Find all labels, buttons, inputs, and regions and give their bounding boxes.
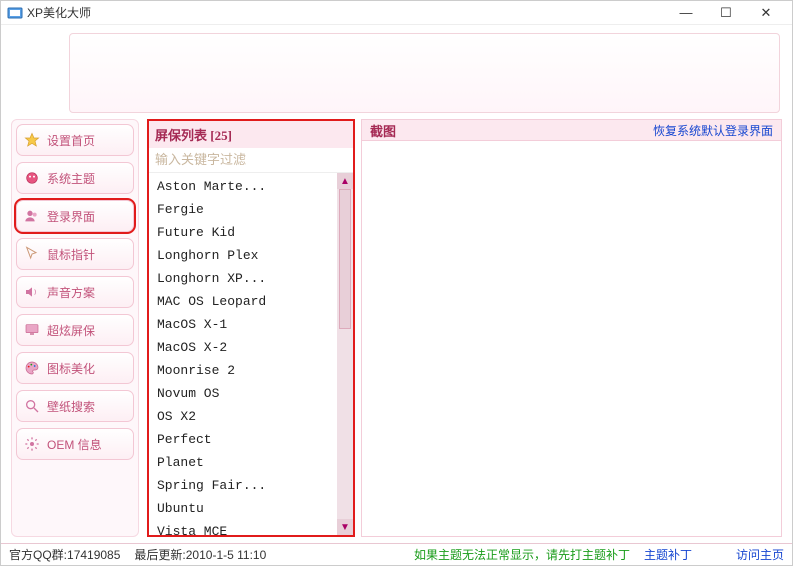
scrollbar[interactable]: ▲ ▼	[337, 173, 353, 535]
homepage-link[interactable]: 访问主页	[736, 546, 784, 563]
sidebar-item-label: 图标美化	[47, 360, 95, 377]
preview-panel: 截图 恢复系统默认登录界面	[361, 119, 782, 537]
qq-group: 官方QQ群:17419085	[9, 546, 120, 563]
list-item[interactable]: Novum OS	[149, 382, 337, 405]
sidebar-item-label: 壁纸搜索	[47, 398, 95, 415]
last-update: 最后更新:2010-1-5 11:10	[134, 546, 266, 563]
sidebar-item-screensaver[interactable]: 超炫屏保	[16, 314, 134, 346]
sidebar-item-theme[interactable]: 系统主题	[16, 162, 134, 194]
qq-label: 官方QQ群:	[9, 548, 67, 562]
list-item[interactable]: Longhorn XP...	[149, 267, 337, 290]
monkey-icon	[23, 169, 41, 187]
qq-value: 17419085	[67, 548, 120, 562]
list-item[interactable]: OS X2	[149, 405, 337, 428]
search-icon	[23, 397, 41, 415]
list-item[interactable]: Aston Marte...	[149, 175, 337, 198]
preview-area	[361, 141, 782, 537]
list-item[interactable]: Planet	[149, 451, 337, 474]
preview-caption: 截图	[370, 121, 653, 140]
gear-icon	[23, 435, 41, 453]
palette-icon	[23, 359, 41, 377]
minimize-button[interactable]: —	[666, 2, 706, 24]
scroll-down-arrow[interactable]: ▼	[337, 519, 353, 535]
monitor-icon	[23, 321, 41, 339]
theme-patch-link[interactable]: 主题补丁	[644, 546, 692, 563]
sidebar-item-login[interactable]: 登录界面	[16, 200, 134, 232]
sidebar-item-icons[interactable]: 图标美化	[16, 352, 134, 384]
speaker-icon	[23, 283, 41, 301]
close-button[interactable]: ✕	[746, 2, 786, 24]
sidebar-item-label: 系统主题	[47, 170, 95, 187]
list-item[interactable]: Perfect	[149, 428, 337, 451]
list-item[interactable]: Vista MCE	[149, 520, 337, 535]
warn-text: 如果主题无法正常显示，请先打主题补丁	[414, 546, 630, 563]
list-item[interactable]: Fergie	[149, 198, 337, 221]
sidebar-item-home[interactable]: 设置首页	[16, 124, 134, 156]
list-item[interactable]: Moonrise 2	[149, 359, 337, 382]
sidebar-item-label: 登录界面	[47, 208, 95, 225]
sidebar-item-sound[interactable]: 声音方案	[16, 276, 134, 308]
list-panel: 屏保列表 [25] Aston Marte...FergieFuture Kid…	[147, 119, 355, 537]
header-banner	[69, 33, 780, 113]
sidebar-item-oem[interactable]: OEM 信息	[16, 428, 134, 460]
list-item[interactable]: Future Kid	[149, 221, 337, 244]
list-item[interactable]: Spring Fair...	[149, 474, 337, 497]
statusbar: 官方QQ群:17419085 最后更新:2010-1-5 11:10 如果主题无…	[1, 543, 792, 565]
sidebar-item-cursor[interactable]: 鼠标指针	[16, 238, 134, 270]
app-icon	[7, 5, 23, 21]
window-title: XP美化大师	[27, 4, 666, 21]
scroll-up-arrow[interactable]: ▲	[337, 173, 353, 189]
list-wrap: Aston Marte...FergieFuture KidLonghorn P…	[149, 173, 353, 535]
window-controls: — ☐ ✕	[666, 2, 786, 24]
sidebar-item-label: 声音方案	[47, 284, 95, 301]
filter-input[interactable]	[149, 148, 353, 173]
list-header: 屏保列表 [25]	[149, 121, 353, 148]
sidebar: 设置首页 系统主题 登录界面 鼠标指针 声音方案 超炫屏保	[11, 119, 139, 537]
star-icon	[23, 131, 41, 149]
list-item[interactable]: MAC OS Leopard	[149, 290, 337, 313]
cursor-icon	[23, 245, 41, 263]
scroll-thumb[interactable]	[339, 189, 351, 329]
sidebar-item-label: 鼠标指针	[47, 246, 95, 263]
maximize-button[interactable]: ☐	[706, 2, 746, 24]
sidebar-item-label: 设置首页	[47, 132, 95, 149]
sidebar-item-label: OEM 信息	[47, 436, 102, 453]
app-window: XP美化大师 — ☐ ✕ 设置首页 系统主题 登录界面 鼠标指针	[0, 0, 793, 566]
users-icon	[23, 207, 41, 225]
titlebar: XP美化大师 — ☐ ✕	[1, 1, 792, 25]
restore-default-link[interactable]: 恢复系统默认登录界面	[653, 122, 773, 139]
sidebar-item-wallpaper[interactable]: 壁纸搜索	[16, 390, 134, 422]
list-item[interactable]: Longhorn Plex	[149, 244, 337, 267]
update-value: 2010-1-5 11:10	[186, 548, 267, 562]
list-item[interactable]: Ubuntu	[149, 497, 337, 520]
preview-header: 截图 恢复系统默认登录界面	[361, 119, 782, 141]
screensaver-list[interactable]: Aston Marte...FergieFuture KidLonghorn P…	[149, 173, 337, 535]
list-item[interactable]: MacOS X-1	[149, 313, 337, 336]
main-content: 设置首页 系统主题 登录界面 鼠标指针 声音方案 超炫屏保	[1, 119, 792, 543]
update-label: 最后更新:	[134, 548, 185, 562]
sidebar-item-label: 超炫屏保	[47, 322, 95, 339]
list-item[interactable]: MacOS X-2	[149, 336, 337, 359]
